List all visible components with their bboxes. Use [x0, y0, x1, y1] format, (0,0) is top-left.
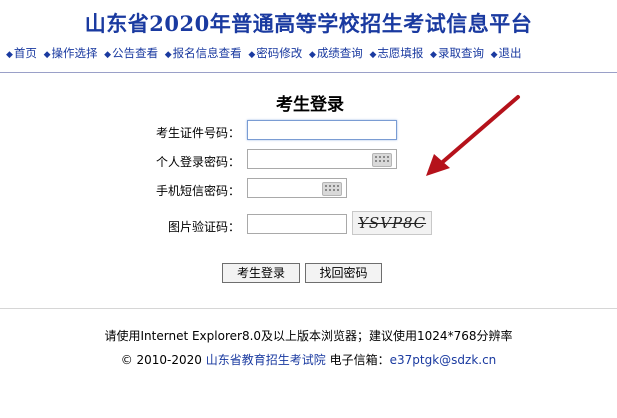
- bullet-icon: ◆: [308, 50, 316, 60]
- bullet-icon: ◆: [104, 50, 112, 60]
- login-title: 考生登录: [276, 95, 344, 115]
- red-arrow-annotation: [426, 95, 520, 176]
- id-number-label: 考生证件号码：: [155, 126, 240, 140]
- copyright-text: © 2010-2020: [120, 353, 202, 367]
- nav-admission-query[interactable]: ◆录取查询: [430, 46, 484, 60]
- nav-registration-info[interactable]: ◆报名信息查看: [165, 46, 242, 60]
- email-link[interactable]: e37ptgk@sdzk.cn: [390, 353, 497, 367]
- top-nav: ◆首页 ◆操作选择 ◆公告查看 ◆报名信息查看 ◆密码修改 ◆成绩查询 ◆志愿填…: [6, 45, 616, 61]
- page-title: 山东省2020年普通高等学校招生考试信息平台: [84, 11, 533, 36]
- recover-password-button[interactable]: 找回密码: [305, 263, 382, 283]
- arrow-shaft: [436, 95, 520, 168]
- sms-password-input[interactable]: [247, 178, 347, 198]
- sms-password-label: 手机短信密码：: [155, 184, 240, 198]
- nav-home[interactable]: ◆首页: [6, 46, 37, 60]
- bullet-icon: ◆: [43, 50, 51, 60]
- copyright-line: © 2010-2020 山东省教育招生考试院 电子信箱：e37ptgk@sdzk…: [0, 351, 617, 368]
- nav-announcements[interactable]: ◆公告查看: [104, 46, 158, 60]
- id-number-input[interactable]: [247, 120, 397, 140]
- password-input[interactable]: [247, 149, 397, 169]
- captcha-label: 图片验证码：: [167, 220, 240, 234]
- bullet-icon: ◆: [164, 50, 172, 60]
- password-label: 个人登录密码：: [155, 155, 240, 169]
- nav-operation-select[interactable]: ◆操作选择: [44, 46, 98, 60]
- keyboard-icon[interactable]: [322, 182, 342, 196]
- browser-note: 请使用Internet Explorer8.0及以上版本浏览器；建议使用1024…: [104, 329, 513, 343]
- captcha-input[interactable]: [247, 214, 347, 234]
- bullet-icon: ◆: [369, 50, 377, 60]
- captcha-image[interactable]: YSVP8C: [352, 211, 432, 235]
- bullet-icon: ◆: [248, 50, 256, 60]
- header-divider: [0, 72, 617, 73]
- nav-application-fill[interactable]: ◆志愿填报: [369, 46, 423, 60]
- email-label: 电子信箱：: [329, 353, 390, 367]
- footer-divider: [0, 308, 617, 309]
- bullet-icon: ◆: [430, 50, 437, 60]
- nav-change-password[interactable]: ◆密码修改: [248, 46, 302, 60]
- org-link[interactable]: 山东省教育招生考试院: [206, 353, 326, 367]
- keyboard-icon[interactable]: [372, 153, 392, 167]
- login-button[interactable]: 考生登录: [222, 263, 300, 283]
- bullet-icon: ◆: [490, 50, 498, 60]
- nav-logout[interactable]: ◆退出: [491, 46, 522, 60]
- bullet-icon: ◆: [6, 50, 13, 60]
- nav-score-query[interactable]: ◆成绩查询: [309, 46, 363, 60]
